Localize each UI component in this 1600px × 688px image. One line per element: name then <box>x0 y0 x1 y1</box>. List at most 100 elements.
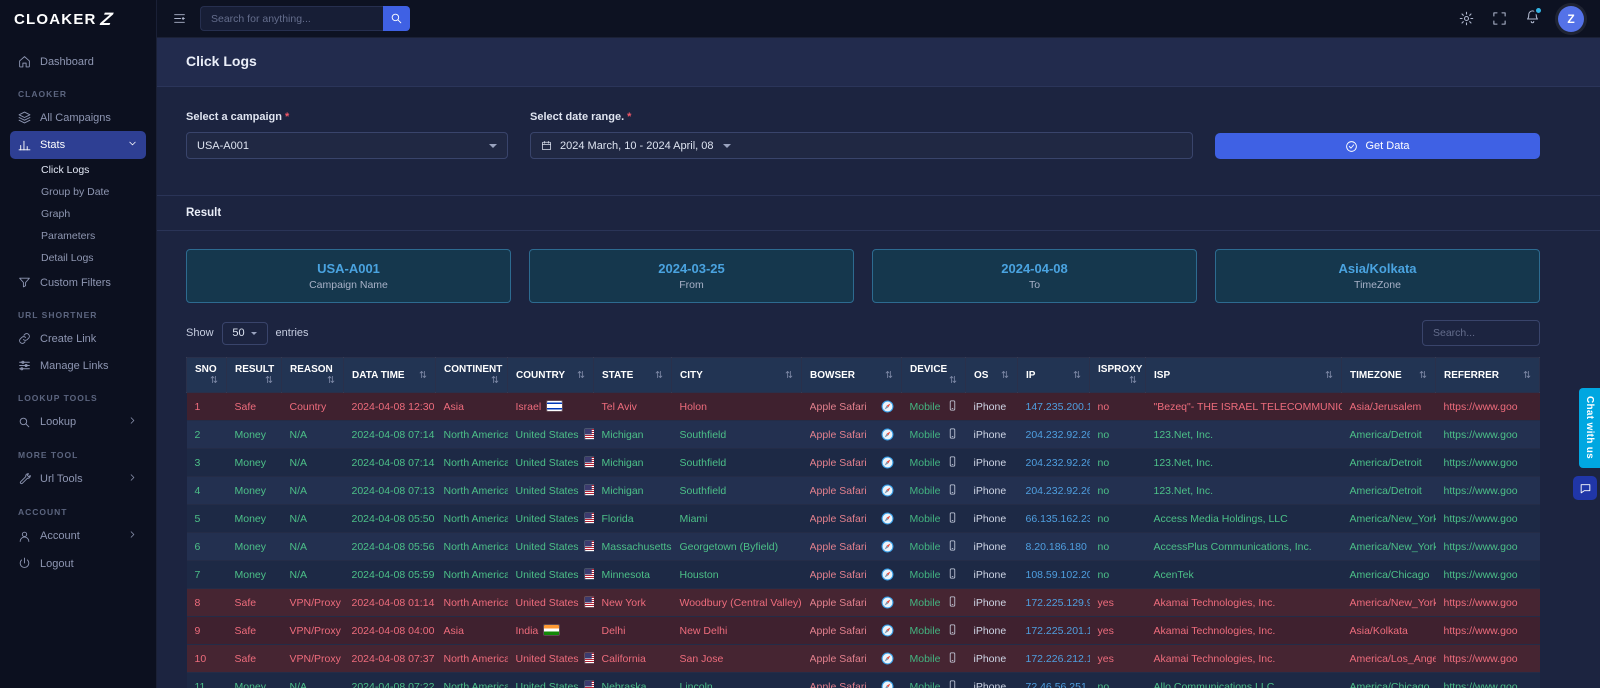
referrer-link[interactable]: https://www.goo <box>1444 485 1518 497</box>
sidebar-subitem-graph[interactable]: Graph <box>10 203 146 225</box>
cell-isproxy: no <box>1089 420 1146 449</box>
sidebar-item-label: Logout <box>40 557 74 570</box>
stat-value: 2024-03-25 <box>658 261 725 276</box>
global-search-input[interactable] <box>200 6 383 31</box>
table-search <box>1422 320 1540 346</box>
table-row: 7MoneyN/A2024-04-08 05:59 PMNorth Americ… <box>186 560 1540 589</box>
cell-sno: 1 <box>186 392 227 421</box>
chevron-down-icon <box>489 143 497 148</box>
safari-icon <box>881 512 894 525</box>
referrer-link[interactable]: https://www.goo <box>1444 681 1518 688</box>
gear-icon[interactable] <box>1459 11 1474 26</box>
referrer-link[interactable]: https://www.goo <box>1444 541 1518 553</box>
column-header-result[interactable]: RESULT ⇅ <box>226 357 282 393</box>
table-search-input[interactable] <box>1422 320 1540 346</box>
referrer-link[interactable]: https://www.goo <box>1444 513 1518 525</box>
referrer-link[interactable]: https://www.goo <box>1444 457 1518 469</box>
avatar[interactable]: Z <box>1558 5 1584 32</box>
column-header-device[interactable]: DEVICE ⇅ <box>901 357 966 393</box>
referrer-link[interactable]: https://www.goo <box>1444 429 1518 441</box>
cell-browser: Apple Safari <box>801 588 902 617</box>
referrer-link[interactable]: https://www.goo <box>1444 597 1518 609</box>
referrer-link[interactable]: https://www.goo <box>1444 401 1518 413</box>
safari-icon <box>881 400 894 413</box>
column-header-reason[interactable]: REASON ⇅ <box>281 357 344 393</box>
sidebar-item-all-campaigns[interactable]: All Campaigns <box>10 104 146 131</box>
sidebar-item-url-tools[interactable]: Url Tools <box>10 465 146 493</box>
cell-timezone: America/New_York <box>1341 504 1436 533</box>
sidebar-item-dashboard[interactable]: Dashboard <box>10 48 146 75</box>
cell-os: iPhone <box>965 616 1018 645</box>
layers-icon <box>18 111 31 124</box>
page-size-select[interactable]: 50 <box>221 321 268 345</box>
chat-tab[interactable]: Chat with us <box>1579 388 1600 468</box>
column-header-isproxy[interactable]: ISPROXY ⇅ <box>1089 357 1146 393</box>
column-header-city[interactable]: CITY ⇅ <box>671 357 802 393</box>
cell-ip: 108.59.102.205 <box>1017 560 1090 589</box>
chat-launcher[interactable] <box>1573 476 1597 500</box>
cell-device: Mobile <box>901 420 966 449</box>
cell-result: Safe <box>226 644 282 673</box>
safari-icon <box>881 652 894 665</box>
sidebar-item-logout[interactable]: Logout <box>10 550 146 577</box>
column-header-data-time[interactable]: DATA TIME ⇅ <box>343 357 436 393</box>
column-header-isp[interactable]: ISP ⇅ <box>1145 357 1342 393</box>
referrer-link[interactable]: https://www.goo <box>1444 569 1518 581</box>
column-header-referrer[interactable]: REFERRER ⇅ <box>1435 357 1540 393</box>
column-header-ip[interactable]: IP ⇅ <box>1017 357 1090 393</box>
sidebar-subitem-click-logs[interactable]: Click Logs <box>10 159 146 181</box>
cell-continent: North America <box>435 560 508 589</box>
cell-os: iPhone <box>965 532 1018 561</box>
column-header-continent[interactable]: CONTINENT ⇅ <box>435 357 508 393</box>
lookup-icon <box>18 416 31 429</box>
fullscreen-icon[interactable] <box>1492 11 1507 26</box>
get-data-button[interactable]: Get Data <box>1215 133 1540 159</box>
cell-continent: Asia <box>435 616 508 645</box>
global-search-button[interactable] <box>383 6 410 31</box>
column-header-timezone[interactable]: TIMEZONE ⇅ <box>1341 357 1436 393</box>
referrer-link[interactable]: https://www.goo <box>1444 653 1518 665</box>
brand-logo[interactable]: CLOAKER Z <box>0 0 156 38</box>
cell-sno: 6 <box>186 532 227 561</box>
sidebar-item-label: Manage Links <box>40 359 109 372</box>
cell-referrer: https://www.goo <box>1435 420 1540 449</box>
column-header-state[interactable]: STATE ⇅ <box>593 357 672 393</box>
campaign-select[interactable]: USA-A001 <box>186 132 508 159</box>
referrer-link[interactable]: https://www.goo <box>1444 625 1518 637</box>
app-window: CLOAKER Z Dashboard CLAOKER All Campaigns S… <box>0 0 1600 688</box>
column-header-bowser[interactable]: BOWSER ⇅ <box>801 357 902 393</box>
column-header-country[interactable]: COUNTRY ⇅ <box>507 357 594 393</box>
cell-browser: Apple Safari <box>801 476 902 505</box>
sidebar-item-create-link[interactable]: Create Link <box>10 325 146 352</box>
column-header-sno[interactable]: SNO ⇅ <box>186 357 227 393</box>
table-row: 9SafeVPN/Proxy2024-04-08 04:00 PMAsiaInd… <box>186 616 1540 645</box>
safari-icon <box>881 624 894 637</box>
brand-name: CLOAKER <box>14 10 97 28</box>
table-row: 11MoneyN/A2024-04-08 07:22 PMNorth Ameri… <box>186 672 1540 688</box>
topbar-actions: Z <box>1459 5 1584 32</box>
sidebar-item-label: Lookup <box>40 416 77 428</box>
sidebar-item-custom-filters[interactable]: Custom Filters <box>10 269 146 296</box>
sidebar-item-lookup[interactable]: Lookup <box>10 408 146 436</box>
sidebar-subitem-parameters[interactable]: Parameters <box>10 225 146 247</box>
sidebar-item-manage-links[interactable]: Manage Links <box>10 352 146 379</box>
show-label: Show <box>186 327 214 339</box>
date-range-input[interactable]: 2024 March, 10 - 2024 April, 08 <box>530 132 1193 159</box>
cell-state: Florida <box>593 504 672 533</box>
flag-us-icon <box>584 568 594 579</box>
link-icon <box>18 332 31 345</box>
click-logs-table: SNO ⇅ RESULT ⇅ REASON ⇅ DATA TIME ⇅ CONTINENT ⇅ CO… <box>186 357 1540 688</box>
chart-icon <box>18 139 31 152</box>
sidebar-toggle-icon[interactable] <box>173 12 186 25</box>
cell-device: Mobile <box>901 392 966 421</box>
sidebar-subitem-detail-logs[interactable]: Detail Logs <box>10 247 146 269</box>
column-header-os[interactable]: OS ⇅ <box>965 357 1018 393</box>
cell-reason: N/A <box>281 504 344 533</box>
sidebar-item-stats[interactable]: Stats <box>10 131 146 159</box>
cell-city: Miami <box>671 504 802 533</box>
notifications-button[interactable] <box>1525 5 1543 29</box>
sidebar-item-account[interactable]: Account <box>10 522 146 550</box>
page-content: Click Logs Select a campaign * USA-A001 S… <box>157 38 1600 688</box>
cell-device: Mobile <box>901 560 966 589</box>
sidebar-subitem-group-by-date[interactable]: Group by Date <box>10 181 146 203</box>
